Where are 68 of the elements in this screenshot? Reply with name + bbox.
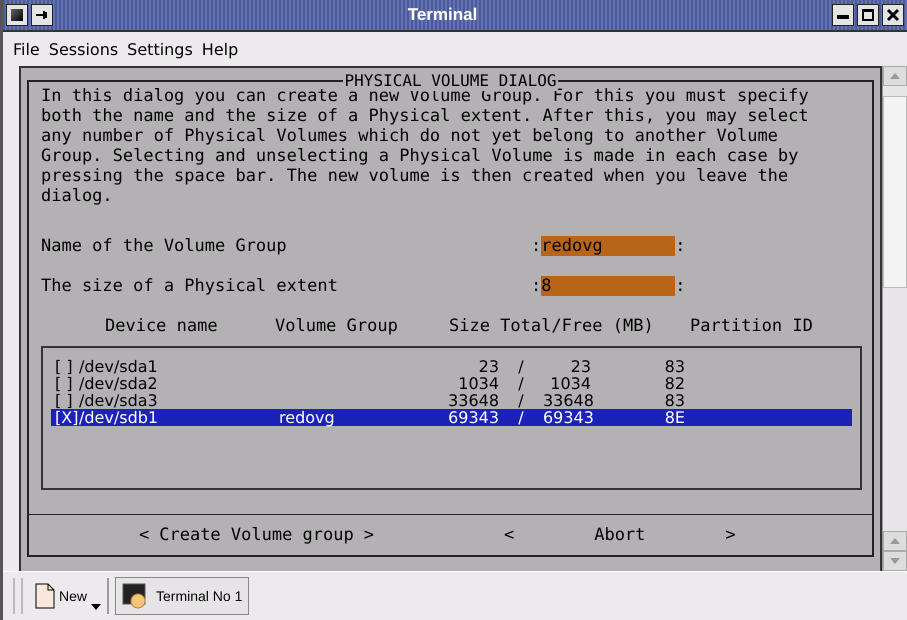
table-cell-text: 23	[478, 358, 499, 375]
dialog-button[interactable]: Create Volume group	[159, 525, 354, 545]
bracket: <	[504, 525, 514, 545]
column-header: Device name	[105, 316, 219, 336]
menu-item[interactable]: File	[13, 40, 40, 58]
table-cell: 69343	[543, 409, 591, 426]
document-icon	[35, 583, 55, 609]
menu-item[interactable]: Sessions	[48, 40, 118, 58]
scroll-down-icon[interactable]	[883, 551, 907, 571]
table-cell-text: /dev/sda1	[79, 358, 159, 375]
table-cell-text: /	[517, 358, 525, 375]
menu-item[interactable]: Help	[202, 40, 238, 58]
minimize-icon[interactable]	[832, 4, 854, 26]
bracket: >	[725, 525, 736, 545]
toolbar-handle[interactable]	[13, 578, 23, 614]
table-cell-text: 1034	[457, 375, 499, 392]
new-session-button[interactable]: New	[29, 578, 110, 614]
checkbox-mark[interactable]: [ ]	[55, 358, 79, 375]
column-header: Partition ID	[690, 316, 813, 336]
list-row[interactable]: [ ] /dev/sda1 23 / 23 83	[51, 358, 852, 375]
table-cell: redovg	[279, 408, 335, 427]
close-icon[interactable]	[882, 4, 904, 26]
column-header: Volume Group	[275, 316, 399, 336]
table-cell-text: /dev/sda3	[79, 392, 159, 409]
field-label: The size of a Physical extent	[41, 276, 339, 296]
input-field[interactable]: redovg	[541, 236, 676, 256]
checkbox-mark[interactable]: [ ]	[55, 392, 79, 409]
field-delimiter: :	[531, 276, 542, 296]
caret-icon	[91, 604, 102, 610]
field-delimiter: :	[675, 276, 686, 296]
column-header: Size Total/Free (MB)	[449, 316, 655, 336]
list-row[interactable]: [X]/dev/sdb1 redovg 69343 / 69343 8E	[51, 409, 852, 426]
list-row[interactable]: [ ] /dev/sda3 33648 / 33648 83	[51, 392, 852, 409]
field-label: Name of the Volume Group	[41, 236, 288, 256]
table-cell-text: 8E	[664, 409, 685, 426]
table-cell-text: 23	[570, 358, 591, 375]
table-cell-text: 83	[664, 392, 685, 409]
bracket: >	[364, 525, 374, 545]
list-row[interactable]: [ ] /dev/sda2 1034 / 1034 82	[51, 375, 852, 392]
scroll-up-icon[interactable]	[883, 531, 907, 551]
input-field[interactable]: 8	[541, 276, 676, 296]
table-cell-text: 69343	[447, 409, 499, 426]
table-cell-text: /dev/sda2	[79, 375, 159, 392]
window-title: Terminal	[406, 5, 478, 25]
maximize-icon[interactable]	[857, 4, 879, 26]
table-cell-text: /dev/sdb1	[79, 409, 160, 426]
field-delimiter: :	[675, 236, 686, 256]
pin-icon[interactable]	[31, 4, 53, 26]
dialog-button[interactable]: Abort	[594, 525, 646, 545]
table-cell-text: 83	[664, 358, 685, 375]
table-cell-text: 82	[664, 375, 685, 392]
table-cell-text: /	[517, 392, 525, 409]
scroll-thumb[interactable]	[883, 96, 907, 288]
dialog-title: PHYSICAL VOLUME DIALOG	[342, 71, 558, 91]
session-tab[interactable]: Terminal No 1	[115, 577, 250, 615]
menu-item[interactable]: Settings	[127, 40, 193, 58]
scroll-up-icon[interactable]	[883, 66, 907, 86]
table-cell-text: /	[517, 409, 525, 426]
table-cell-text: 33648	[447, 392, 499, 409]
checkbox-mark[interactable]: [ ]	[55, 375, 79, 392]
window-menu-icon[interactable]	[6, 4, 28, 26]
field-delimiter: :	[531, 236, 542, 256]
checkbox-mark[interactable]: [X]	[55, 409, 79, 426]
table-cell: 33648	[543, 392, 591, 409]
bracket: <	[139, 525, 150, 545]
table-cell-text: /	[517, 375, 525, 392]
table-cell-text: 1034	[549, 375, 591, 392]
scrollbar[interactable]	[882, 66, 907, 571]
